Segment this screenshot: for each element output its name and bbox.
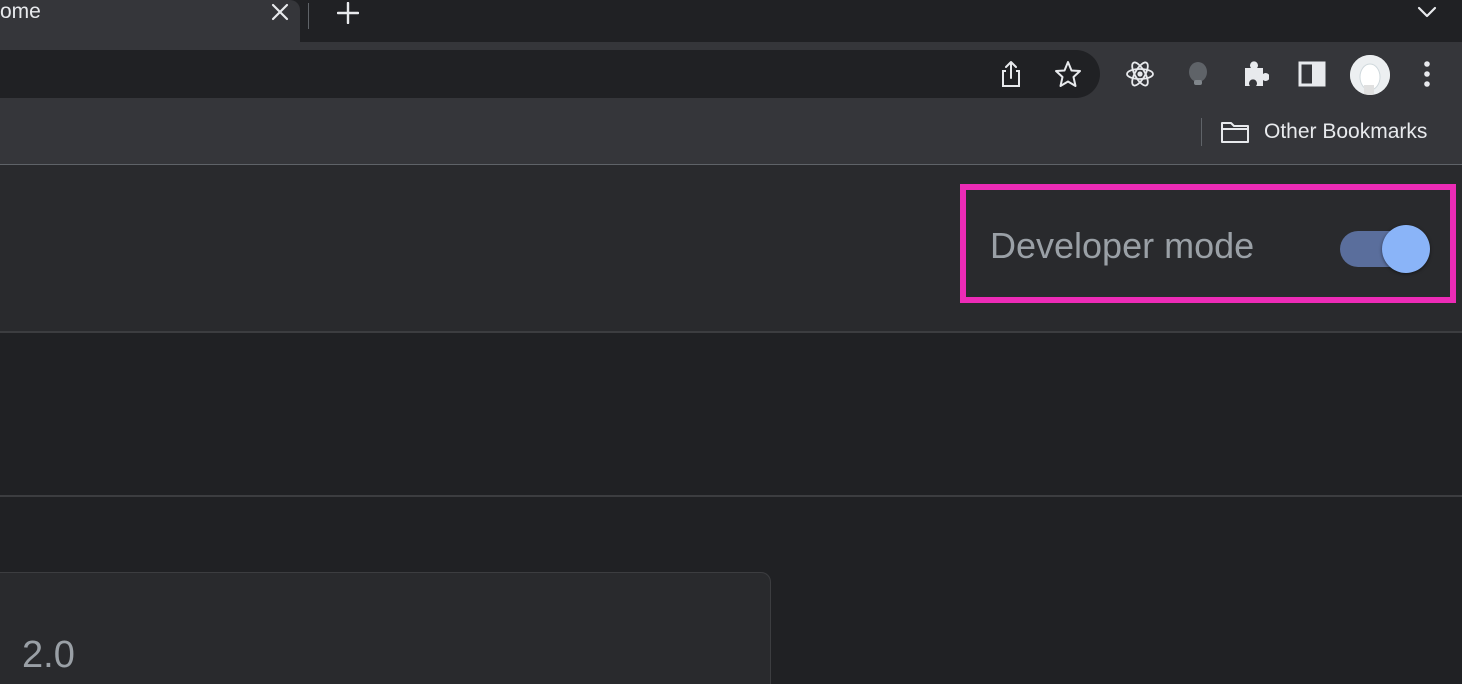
bookmarks-bar: Other Bookmarks: [0, 100, 1462, 165]
other-bookmarks-label: Other Bookmarks: [1264, 120, 1428, 143]
chevron-down-icon: [1417, 6, 1437, 18]
tab-search-button[interactable]: [1414, 0, 1440, 24]
browser-window: ome Other Bookmarks Developer mode 2.0: [0, 0, 1462, 684]
tab-title: ome: [0, 0, 41, 23]
developer-mode-toggle[interactable]: [1336, 225, 1432, 273]
bookmark-star-icon[interactable]: [1050, 56, 1086, 92]
extensions-puzzle-icon[interactable]: [1237, 56, 1273, 92]
folder-icon: [1221, 122, 1249, 143]
new-tab-button[interactable]: [334, 0, 362, 26]
extension-dot-icon[interactable]: [1180, 56, 1216, 92]
bookmarks-separator: [1201, 118, 1202, 146]
tab-separator: [308, 3, 309, 29]
active-tab[interactable]: ome: [0, 0, 300, 42]
profile-icon: [1350, 55, 1390, 95]
profile-avatar[interactable]: [1350, 55, 1390, 95]
close-icon[interactable]: [268, 0, 292, 24]
developer-mode-label: Developer mode: [990, 225, 1255, 266]
browser-toolbar: [0, 42, 1462, 100]
other-bookmarks-folder[interactable]: Other Bookmarks: [1220, 116, 1427, 148]
tab-strip: ome: [0, 0, 1462, 42]
more-menu-icon[interactable]: [1409, 56, 1445, 92]
toggle-knob: [1382, 225, 1430, 273]
plus-icon: [337, 2, 359, 24]
toolbar-actions-area: [0, 333, 1462, 497]
extensions-header: Developer mode: [0, 165, 1462, 333]
developer-mode-highlight: Developer mode: [960, 184, 1456, 303]
address-bar[interactable]: [0, 50, 1100, 98]
extension-card: 2.0: [0, 572, 771, 684]
extension-version: 2.0: [22, 634, 75, 676]
react-devtools-icon[interactable]: [1122, 56, 1158, 92]
share-icon[interactable]: [993, 56, 1029, 92]
side-panel-icon[interactable]: [1294, 56, 1330, 92]
